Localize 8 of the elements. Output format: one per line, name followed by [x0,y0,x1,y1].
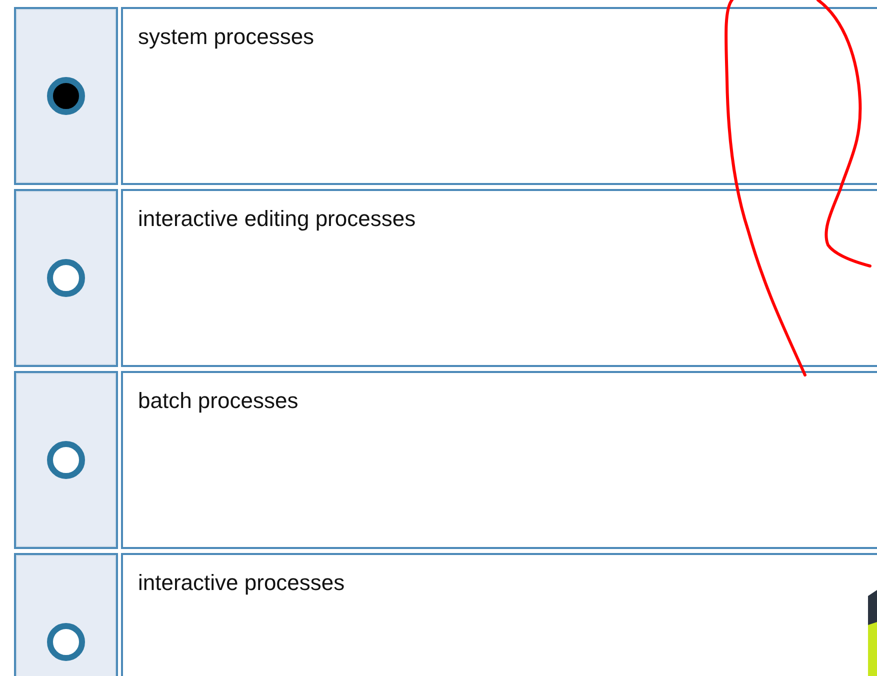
radio-button[interactable] [47,259,85,297]
radio-button[interactable] [47,623,85,661]
option-label: batch processes [138,388,298,414]
option-label: system processes [138,24,314,50]
radio-button[interactable] [47,441,85,479]
option-label: interactive editing processes [138,206,416,232]
radio-button[interactable] [47,77,85,115]
option-label: interactive processes [138,570,345,596]
